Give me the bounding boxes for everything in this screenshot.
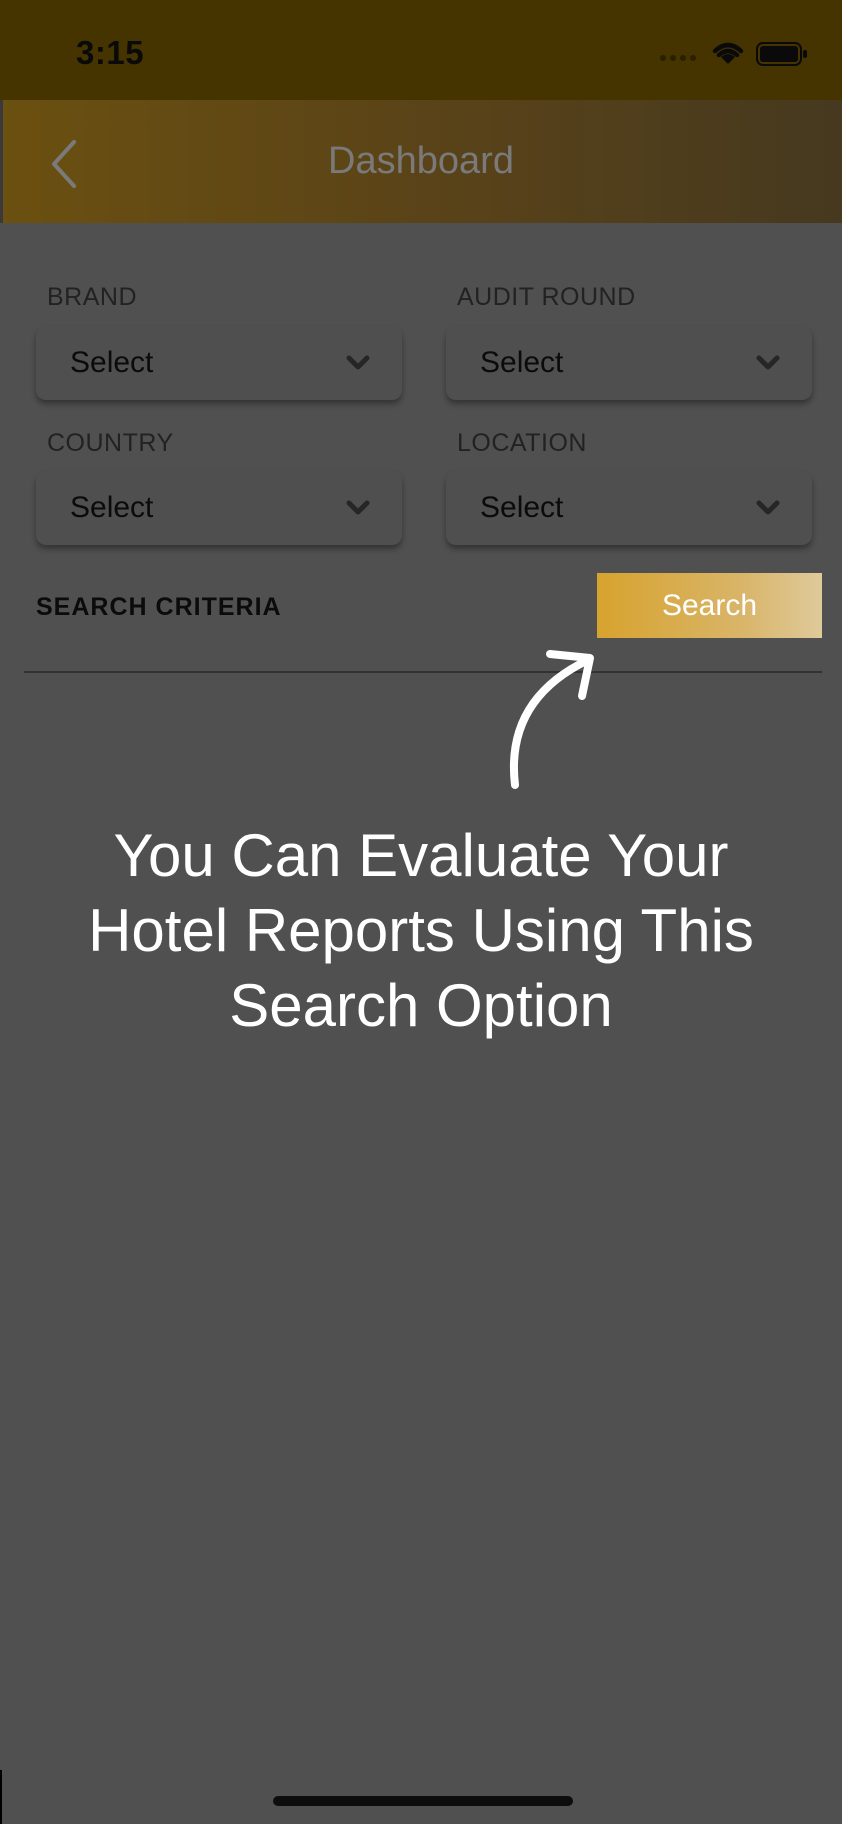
audit-round-select[interactable]: Select	[446, 326, 812, 400]
chevron-down-icon	[346, 355, 370, 370]
status-bar: 3:15	[0, 0, 842, 100]
home-indicator[interactable]	[273, 1796, 573, 1806]
page-title: Dashboard	[328, 140, 514, 182]
country-label: COUNTRY	[47, 429, 174, 457]
battery-icon	[756, 42, 807, 66]
nav-edge-divider	[0, 100, 3, 223]
audit-round-label: AUDIT ROUND	[457, 283, 636, 311]
search-criteria-label: SEARCH CRITERIA	[36, 593, 282, 621]
tutorial-overlay-screen: 3:15 Dashboard BRAND Select AUDIT ROUND …	[0, 0, 842, 1824]
country-select-value: Select	[70, 491, 154, 524]
brand-label: BRAND	[47, 283, 138, 311]
brand-select-value: Select	[70, 346, 154, 379]
wifi-icon	[712, 42, 744, 64]
location-select[interactable]: Select	[446, 471, 812, 545]
tip-line-2: Hotel Reports Using This	[88, 897, 754, 964]
left-edge-marker	[0, 1770, 2, 1824]
audit-round-select-value: Select	[480, 346, 564, 379]
tip-line-3: Search Option	[229, 972, 613, 1039]
tutorial-tip-text: You Can Evaluate Your Hotel Reports Usin…	[60, 818, 782, 1043]
country-select[interactable]: Select	[36, 471, 402, 545]
search-button[interactable]: Search	[597, 573, 822, 638]
status-time: 3:15	[76, 34, 145, 71]
signal-icon	[660, 49, 700, 61]
navigation-bar: Dashboard	[0, 100, 842, 223]
brand-select[interactable]: Select	[36, 326, 402, 400]
divider	[24, 671, 822, 673]
chevron-down-icon	[756, 355, 780, 370]
tip-line-1: You Can Evaluate Your	[113, 822, 729, 889]
chevron-down-icon	[756, 500, 780, 515]
location-label: LOCATION	[457, 429, 587, 457]
curved-arrow-icon	[510, 650, 594, 789]
chevron-down-icon	[346, 500, 370, 515]
location-select-value: Select	[480, 491, 564, 524]
